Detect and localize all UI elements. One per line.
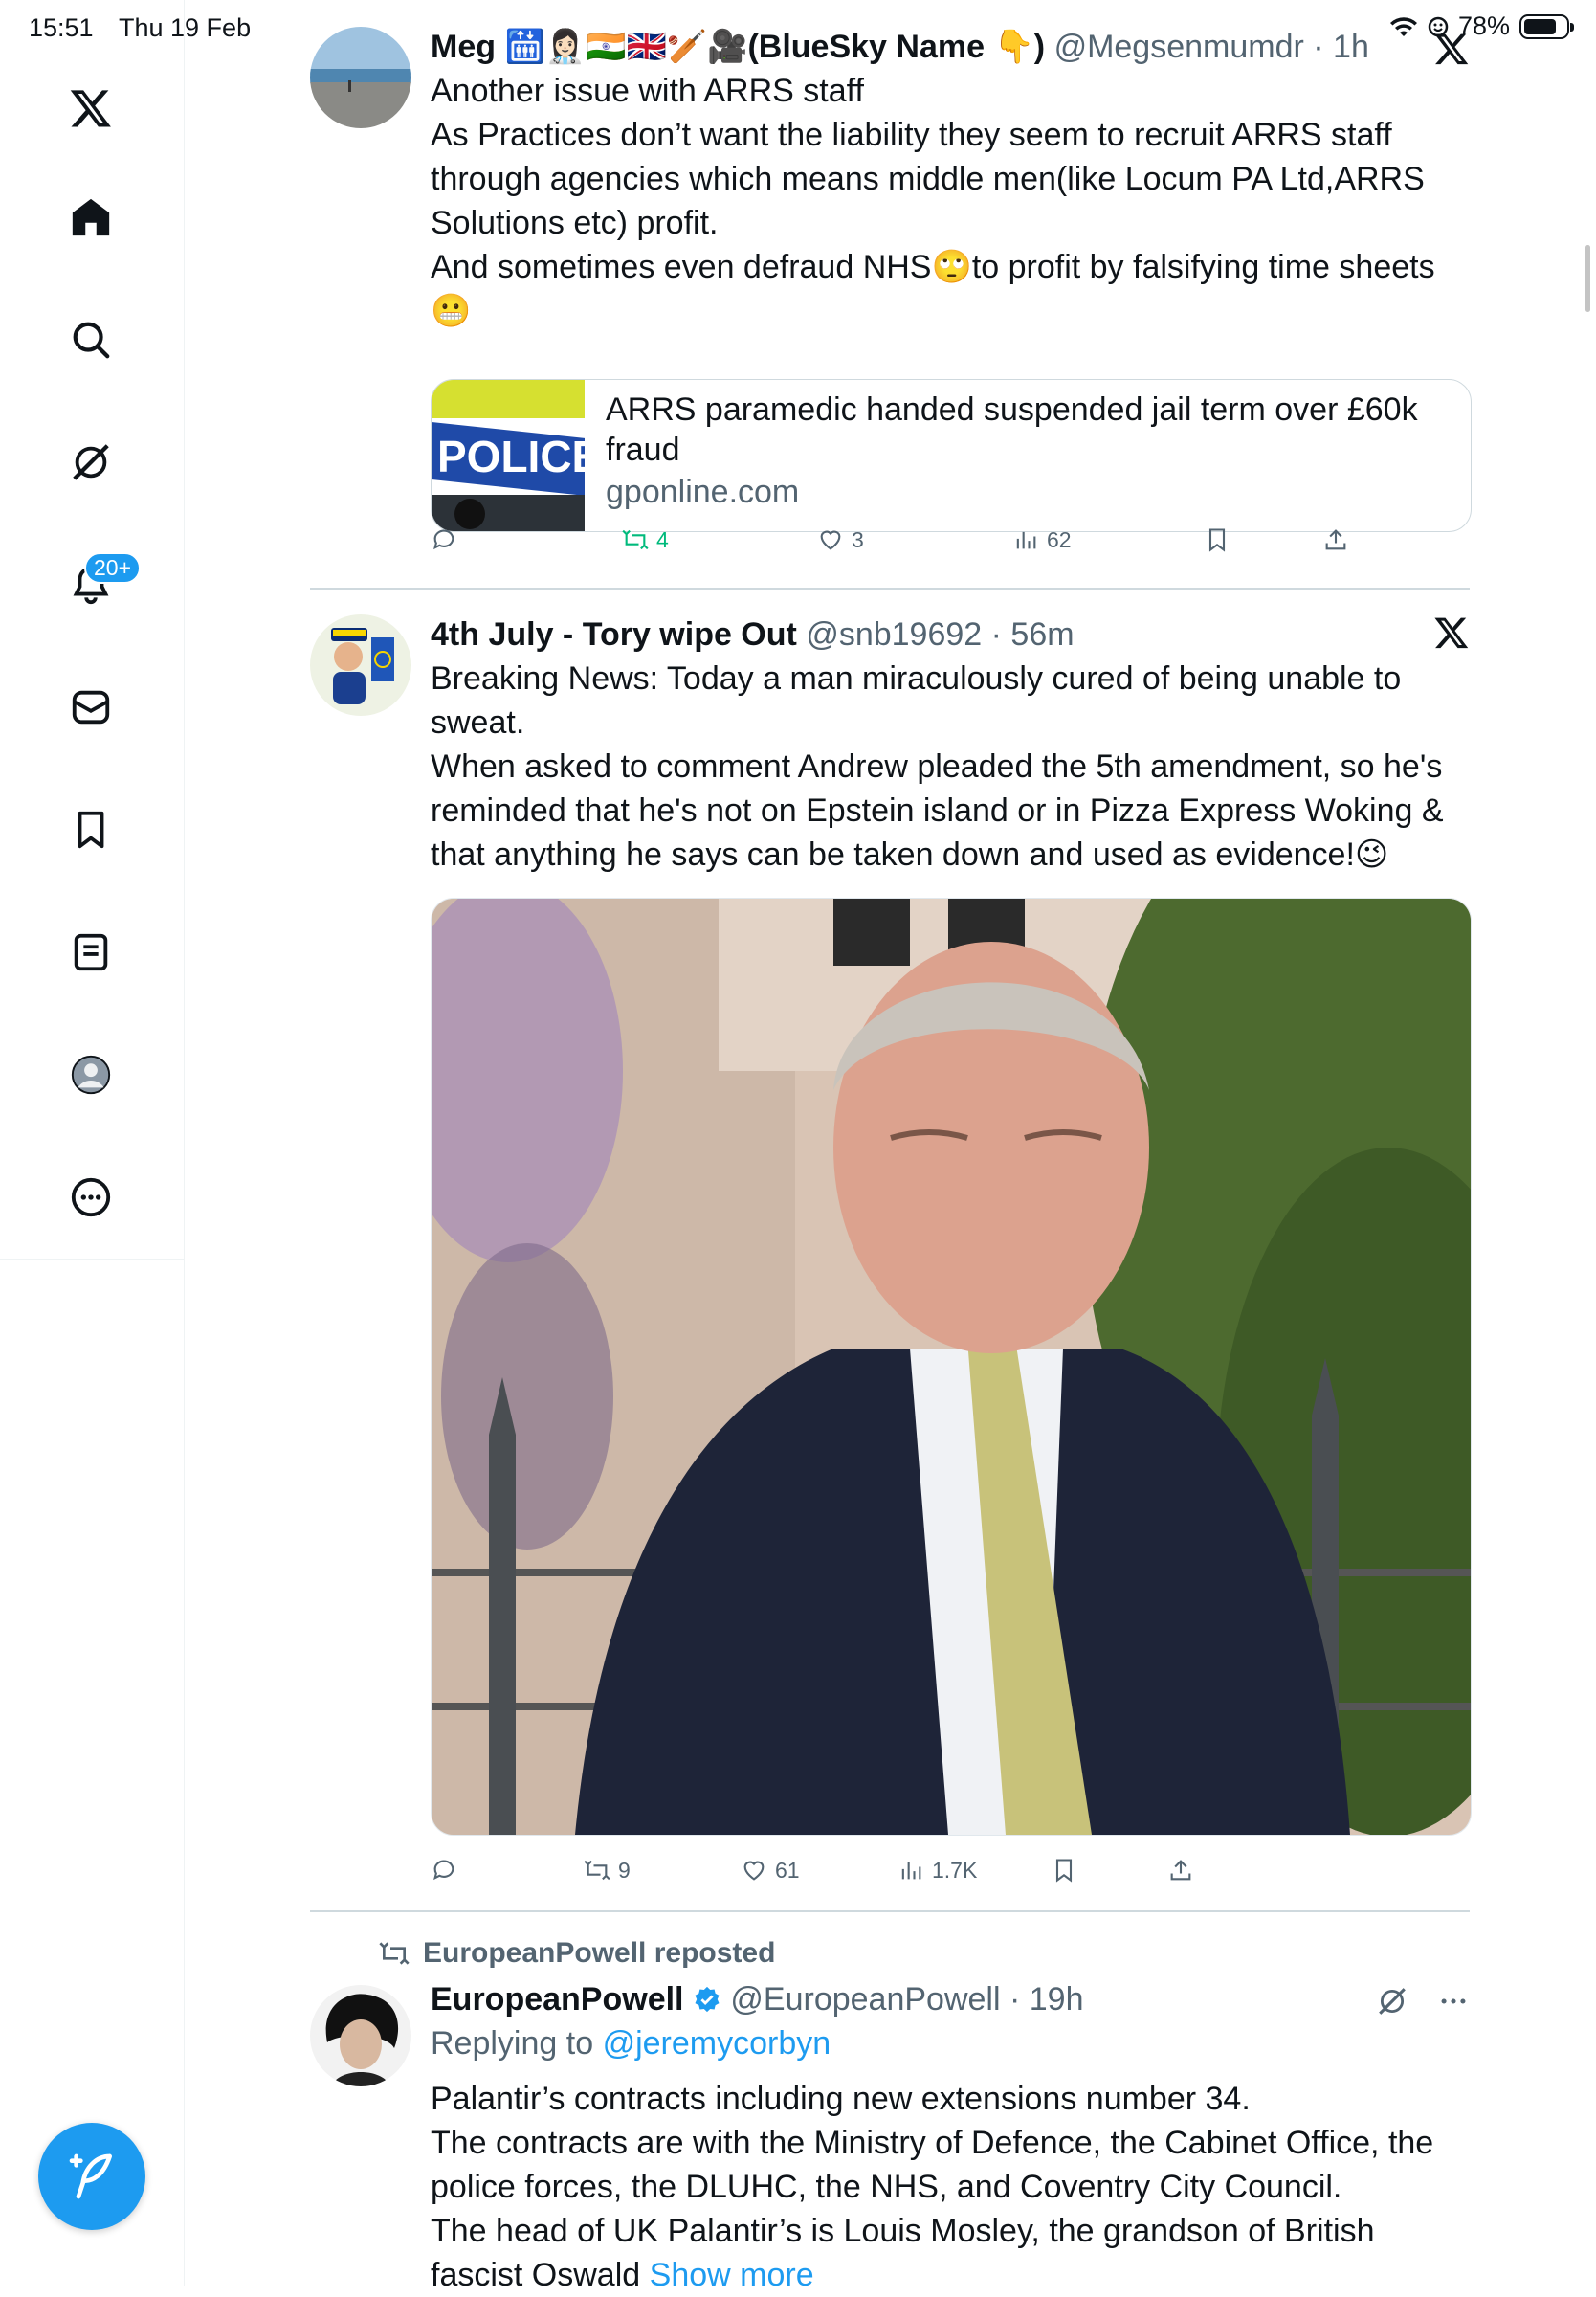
tweet-text: Another issue with ARRS staff As Practic…	[431, 69, 1470, 333]
tweet-line: The head of UK Palantir’s is Louis Mosle…	[431, 2213, 1375, 2293]
repost-label[interactable]: EuropeanPowell reposted	[423, 1937, 775, 1970]
tweet-line: And sometimes even defraud NHS🙄to profit…	[431, 249, 1435, 329]
show-more-link[interactable]: Show more	[650, 2257, 814, 2293]
tweet-line: Palantir’s contracts including new exten…	[431, 2081, 1251, 2117]
verified-badge-icon	[695, 1986, 720, 2013]
x-logo-icon	[1433, 31, 1470, 72]
link-card[interactable]: POLICE ARRS paramedic handed suspended j…	[431, 379, 1472, 532]
tweet[interactable]: 4th July - Tory wipe Out @snb19692 · 56m…	[310, 614, 1472, 1897]
timestamp[interactable]: 1h	[1333, 29, 1369, 65]
avatar[interactable]	[310, 614, 411, 716]
replying-to: Replying to @jeremycorbyn	[431, 2025, 831, 2062]
tweet-line: Another issue with ARRS staff	[431, 73, 864, 109]
compose-button[interactable]	[38, 2123, 145, 2230]
messages-icon[interactable]	[55, 672, 126, 743]
like-button[interactable]: 3	[817, 526, 864, 553]
share-button[interactable]	[1322, 526, 1349, 553]
reply-mention-link[interactable]: @jeremycorbyn	[603, 2025, 831, 2062]
handle[interactable]: @EuropeanPowell	[730, 1981, 1000, 2018]
handle[interactable]: @snb19692	[806, 616, 982, 653]
timestamp[interactable]: 19h	[1030, 1981, 1084, 2018]
link-card-domain: gponline.com	[606, 474, 800, 510]
bookmark-button[interactable]	[1204, 526, 1230, 553]
views-icon	[1016, 531, 1036, 549]
link-card-image: POLICE	[432, 380, 585, 531]
views-button[interactable]: 62	[1012, 526, 1072, 553]
tweet-line: The contracts are with the Ministry of D…	[431, 2125, 1434, 2205]
share-button[interactable]	[1167, 1857, 1194, 1884]
tweet-line: Breaking News: Today a man miraculously …	[431, 660, 1402, 741]
like-icon	[743, 1861, 765, 1881]
compose-icon	[69, 2153, 112, 2199]
reply-button[interactable]	[431, 526, 457, 553]
display-name[interactable]: Meg 🛗👩🏻‍⚕️🇮🇳🇬🇧🏏🎥(BlueSky Name 👇)	[431, 29, 1045, 65]
like-count: 61	[775, 1857, 800, 1883]
bookmark-icon	[1208, 528, 1226, 552]
home-icon[interactable]	[55, 182, 126, 253]
timestamp[interactable]: 56m	[1010, 616, 1074, 653]
tweet-actions: 4 3 62	[431, 526, 1470, 565]
share-icon	[1170, 1860, 1191, 1881]
bookmark-icon	[1055, 1859, 1073, 1883]
tweet-text: Palantir’s contracts including new exten…	[431, 2077, 1470, 2297]
reply-button[interactable]	[431, 1857, 457, 1884]
notifications-badge: 20+	[84, 552, 142, 584]
sidebar-divider	[0, 1259, 184, 1260]
search-icon[interactable]	[55, 304, 126, 375]
display-name[interactable]: 4th July - Tory wipe Out	[431, 616, 797, 653]
photo-image	[432, 899, 1471, 1835]
x-logo-icon[interactable]	[55, 73, 126, 144]
more-icon[interactable]	[55, 1162, 126, 1233]
tweet-divider	[310, 588, 1470, 590]
like-count: 3	[852, 526, 864, 552]
handle[interactable]: @Megsenmumdr	[1054, 29, 1304, 65]
bookmark-button[interactable]	[1051, 1857, 1077, 1884]
more-options-icon[interactable]	[1437, 1985, 1470, 2022]
tweet[interactable]: Meg 🛗👩🏻‍⚕️🇮🇳🇬🇧🏏🎥(BlueSky Name 👇) @Megsen…	[310, 27, 1472, 565]
link-card-title: ARRS paramedic handed suspended jail ter…	[606, 391, 1418, 468]
repost-icon	[622, 529, 649, 550]
tweet-actions: 9 61 1.7K	[431, 1857, 1470, 1895]
like-button[interactable]: 61	[741, 1857, 800, 1884]
reply-icon	[433, 1860, 454, 1881]
repost-icon	[584, 1860, 610, 1881]
battery-icon	[1519, 13, 1574, 39]
police-text: POLICE	[437, 432, 585, 481]
tweet-header: 4th July - Tory wipe Out @snb19692 · 56m	[431, 616, 1075, 653]
avatar[interactable]	[310, 27, 411, 128]
display-name[interactable]: EuropeanPowell	[431, 1981, 684, 2018]
repost-icon	[379, 1942, 410, 1965]
avatar[interactable]	[310, 1985, 411, 2086]
share-icon	[1325, 529, 1346, 550]
views-count: 62	[1047, 526, 1072, 552]
sidebar: 20+	[0, 0, 185, 2286]
tweet-line: As Practices don’t want the liability th…	[431, 117, 1425, 241]
bookmarks-icon[interactable]	[55, 794, 126, 865]
lists-icon[interactable]	[55, 917, 126, 988]
grok-icon[interactable]	[55, 427, 126, 498]
repost-count: 9	[618, 1857, 631, 1883]
views-button[interactable]: 1.7K	[898, 1857, 977, 1884]
repost-button[interactable]: 4	[622, 526, 669, 553]
tweet-photo[interactable]	[431, 898, 1472, 1836]
x-logo-icon	[1433, 614, 1470, 656]
grok-icon[interactable]	[1376, 1985, 1408, 2022]
tweet-text: Breaking News: Today a man miraculously …	[431, 657, 1470, 877]
views-icon	[901, 1862, 921, 1880]
reply-icon	[433, 529, 454, 550]
repost-button[interactable]: 9	[584, 1857, 631, 1884]
repost-indicator: EuropeanPowell reposted	[379, 1937, 775, 1970]
tweet-divider	[310, 1910, 1470, 1912]
views-count: 1.7K	[932, 1857, 978, 1883]
tweet-header: Meg 🛗👩🏻‍⚕️🇮🇳🇬🇧🏏🎥(BlueSky Name 👇) @Megsen…	[431, 29, 1369, 65]
tweet[interactable]: EuropeanPowell reposted EuropeanPowell @…	[310, 1937, 1470, 2293]
profile-icon[interactable]	[55, 1039, 126, 1110]
tweet-header: EuropeanPowell @EuropeanPowell · 19h	[431, 1981, 1084, 2018]
scrollbar[interactable]	[1585, 245, 1590, 312]
like-icon	[820, 530, 841, 550]
tweet-line: When asked to comment Andrew pleaded the…	[431, 748, 1444, 873]
repost-count: 4	[656, 526, 669, 552]
